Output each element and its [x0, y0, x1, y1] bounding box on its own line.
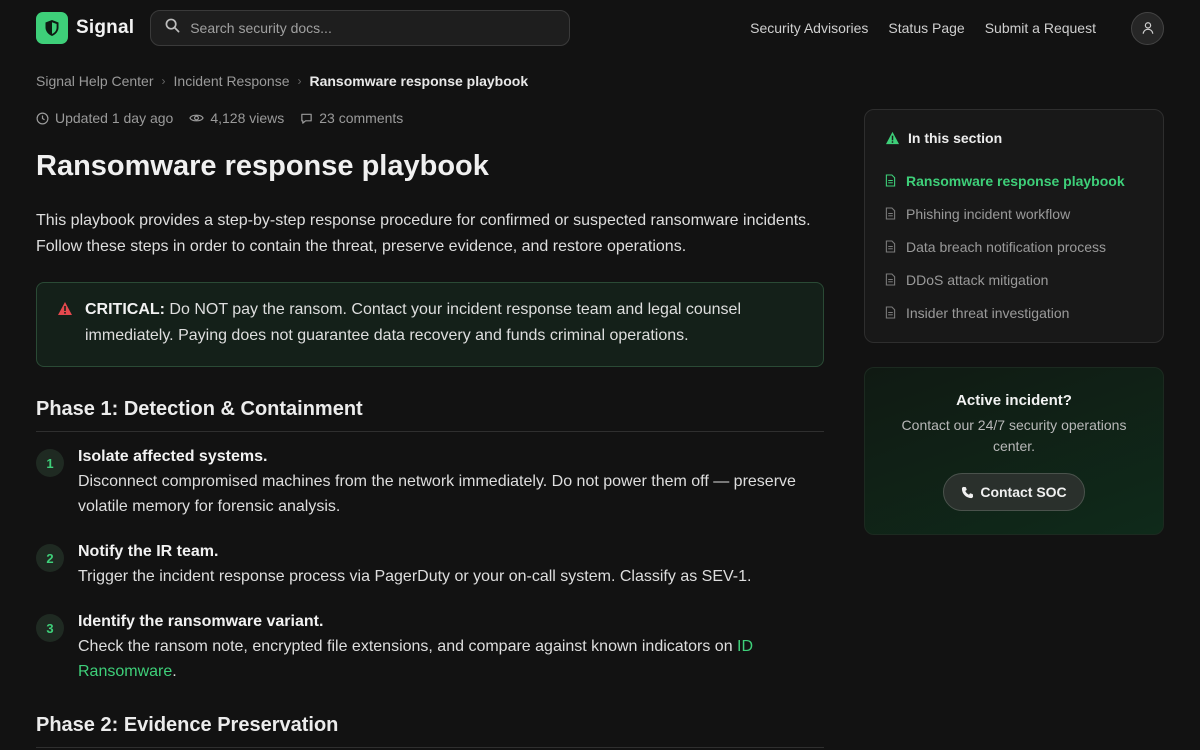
incident-title: Active incident?: [956, 392, 1072, 409]
nav-submit-request[interactable]: Submit a Request: [985, 20, 1096, 36]
clock-icon: [36, 112, 49, 124]
step-number: 1: [36, 449, 64, 477]
document-icon: [885, 273, 896, 286]
document-icon: [885, 240, 896, 253]
incident-description: Contact our 24/7 security operations cen…: [901, 417, 1127, 454]
contact-soc-button[interactable]: Contact SOC: [943, 473, 1085, 511]
active-incident-card: Active incident? Contact our 24/7 securi…: [864, 367, 1164, 535]
toc-item-label: Insider threat investigation: [906, 304, 1070, 321]
step-text: Disconnect compromised machines from the…: [78, 473, 796, 515]
step-body: Isolate affected systems. Disconnect com…: [78, 444, 824, 519]
brand-logo[interactable]: Signal: [36, 12, 134, 44]
toc-item-label: Phishing incident workflow: [906, 205, 1071, 222]
views-text: 4,128 views: [210, 110, 285, 126]
toc-item-data-breach[interactable]: Data breach notification process: [885, 230, 1143, 263]
toc-item-ransomware[interactable]: Ransomware response playbook: [885, 164, 1143, 197]
critical-callout: CRITICAL: Do NOT pay the ransom. Contact…: [36, 282, 824, 367]
toc-item-label: Ransomware response playbook: [906, 172, 1125, 189]
breadcrumb-current: Ransomware response playbook: [309, 73, 529, 89]
toc-item-insider-threat[interactable]: Insider threat investigation: [885, 296, 1143, 329]
comments-text: 23 comments: [319, 110, 404, 126]
step-body: Identify the ransomware variant. Check t…: [78, 609, 824, 684]
step-item: 2 Notify the IR team. Trigger the incide…: [36, 539, 824, 589]
phase-2-heading: Phase 2: Evidence Preservation: [36, 714, 824, 748]
document-icon: [885, 306, 896, 319]
comment-icon: [301, 113, 313, 124]
nav-security-advisories[interactable]: Security Advisories: [750, 20, 868, 36]
step-text: Check the ransom note, encrypted file ex…: [78, 634, 814, 684]
meta-views: 4,128 views: [189, 110, 284, 126]
user-menu-button[interactable]: [1131, 11, 1164, 45]
chevron-right-icon: ›: [161, 74, 166, 88]
step-text: Trigger the incident response process vi…: [78, 568, 752, 585]
step-body: Notify the IR team. Trigger the incident…: [78, 539, 761, 589]
document-icon: [885, 174, 896, 187]
toc-title: In this section: [908, 130, 1003, 146]
phone-icon: [962, 486, 974, 498]
article-intro: This playbook provides a step-by-step re…: [36, 212, 811, 255]
breadcrumb-link-help-center[interactable]: Signal Help Center: [36, 73, 154, 89]
toc-item-label: DDoS attack mitigation: [906, 271, 1049, 288]
callout-label: CRITICAL:: [85, 301, 165, 318]
search-input[interactable]: [190, 20, 556, 36]
eye-icon: [189, 114, 205, 122]
search-icon: [165, 18, 180, 38]
warning-icon: [57, 301, 73, 366]
step-item: 1 Isolate affected systems. Disconnect c…: [36, 444, 824, 519]
breadcrumb: Signal Help Center › Incident Response ›…: [36, 73, 528, 89]
phase-1-heading: Phase 1: Detection & Containment: [36, 398, 824, 432]
contact-soc-label: Contact SOC: [980, 484, 1067, 500]
step-title: Notify the IR team.: [78, 543, 219, 560]
warning-icon: [885, 131, 900, 145]
callout-body: Do NOT pay the ransom. Contact your inci…: [85, 301, 741, 344]
breadcrumb-link-incident-response[interactable]: Incident Response: [174, 73, 290, 89]
page-title: Ransomware response playbook: [36, 150, 489, 182]
step-item: 3 Identify the ransomware variant. Check…: [36, 609, 824, 684]
chevron-right-icon: ›: [297, 74, 302, 88]
user-icon: [1142, 22, 1153, 34]
step-title: Isolate affected systems.: [78, 448, 268, 465]
step-text-main: Check the ransom note, encrypted file ex…: [78, 638, 738, 655]
search-box[interactable]: [150, 10, 571, 46]
toc-header: In this section: [885, 130, 1143, 146]
nav-status-page[interactable]: Status Page: [888, 20, 964, 36]
section-toc: In this section Ransomware response play…: [864, 109, 1164, 343]
callout-text: CRITICAL: Do NOT pay the ransom. Contact…: [85, 297, 803, 366]
brand-name: Signal: [76, 17, 135, 38]
article-meta: Updated 1 day ago 4,128 views 23 comment…: [36, 110, 419, 126]
shield-logo-icon: [36, 12, 68, 44]
document-icon: [885, 207, 896, 220]
step-title: Identify the ransomware variant.: [78, 613, 324, 630]
toc-item-ddos[interactable]: DDoS attack mitigation: [885, 263, 1143, 296]
meta-updated: Updated 1 day ago: [36, 110, 173, 126]
meta-comments[interactable]: 23 comments: [300, 110, 403, 126]
updated-text: Updated 1 day ago: [55, 110, 174, 126]
step-number: 2: [36, 544, 64, 572]
toc-item-phishing[interactable]: Phishing incident workflow: [885, 197, 1143, 230]
top-nav: Security Advisories Status Page Submit a…: [750, 11, 1164, 45]
step-number: 3: [36, 614, 64, 642]
step-text-end: .: [172, 663, 177, 680]
top-header: Signal Security Advisories Status Page S…: [0, 0, 1200, 56]
toc-item-label: Data breach notification process: [906, 238, 1106, 255]
